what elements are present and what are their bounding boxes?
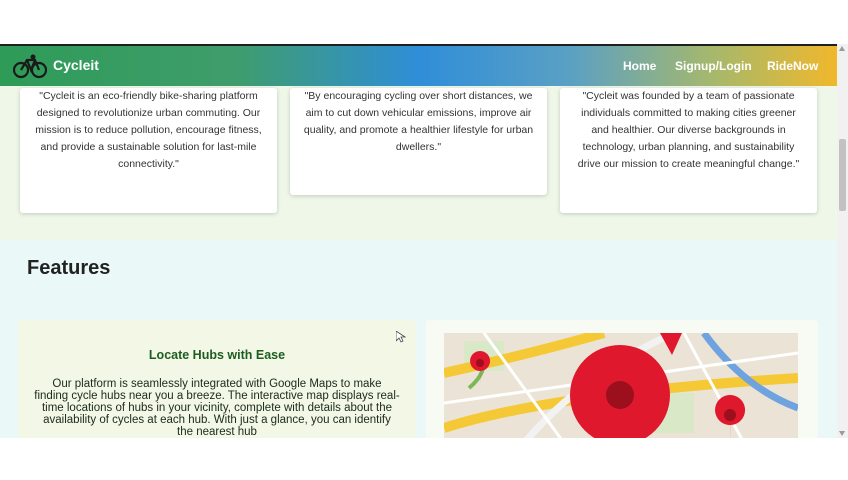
top-navbar: Cycleit Home Signup/Login RideNow	[0, 44, 837, 86]
mission-quote: "By encouraging cycling over short dista…	[303, 90, 534, 153]
mission-card: "Cycleit was founded by a team of passio…	[560, 88, 817, 213]
mouse-cursor-icon	[396, 331, 406, 343]
features-title: Features	[27, 257, 111, 279]
mission-quote: "Cycleit was founded by a team of passio…	[577, 90, 800, 170]
browser-top-bar	[0, 0, 848, 44]
page-viewport: "Cycleit is an eco-friendly bike-sharing…	[0, 44, 837, 438]
mission-quote: "Cycleit is an eco-friendly bike-sharing…	[35, 90, 262, 170]
mission-card: "By encouraging cycling over short dista…	[290, 88, 547, 195]
nav-link-ridenow[interactable]: RideNow	[767, 59, 818, 73]
map-illustration	[444, 333, 798, 438]
scroll-up-arrow-icon[interactable]	[839, 46, 845, 51]
mission-card: "Cycleit is an eco-friendly bike-sharing…	[20, 88, 277, 213]
vertical-scrollbar[interactable]	[837, 44, 848, 438]
feature-card: Locate Hubs with Ease Our platform is se…	[18, 320, 416, 438]
nav-link-signup-login[interactable]: Signup/Login	[675, 59, 752, 73]
feature-heading: Locate Hubs with Ease	[148, 348, 286, 362]
browser-bottom-bar	[0, 438, 848, 480]
feature-description: Our platform is seamlessly integrated wi…	[34, 378, 400, 438]
scroll-down-arrow-icon[interactable]	[839, 431, 845, 436]
brand-name[interactable]: Cycleit	[53, 57, 99, 73]
scrollbar-thumb[interactable]	[839, 139, 846, 211]
bicycle-logo-icon[interactable]	[13, 53, 47, 79]
nav-link-home[interactable]: Home	[623, 59, 656, 73]
